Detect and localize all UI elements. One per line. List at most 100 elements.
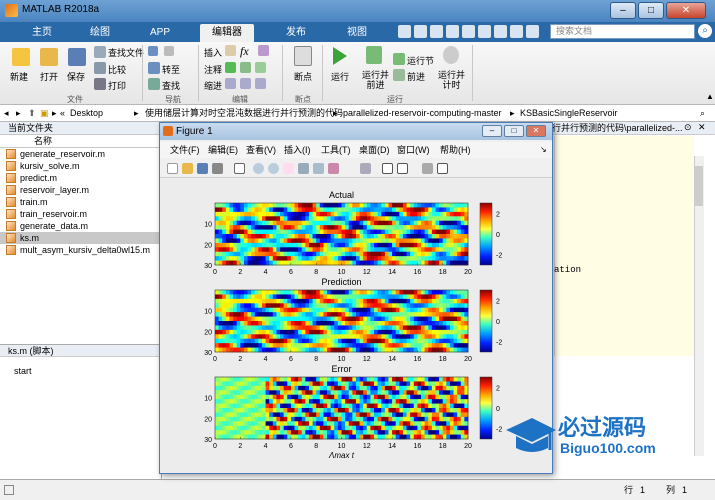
forward-icon[interactable] xyxy=(164,46,174,56)
goto-icon[interactable] xyxy=(148,62,160,74)
breadcrumb-item[interactable]: Desktop xyxy=(70,105,103,121)
code-area[interactable] xyxy=(554,136,694,356)
dropdown-quick-icon[interactable] xyxy=(526,25,539,38)
insert-button[interactable]: 插入 xyxy=(204,46,222,59)
help-quick-icon[interactable] xyxy=(510,25,523,38)
maximize-button[interactable]: □ xyxy=(638,2,664,19)
switch-windows-icon[interactable] xyxy=(494,25,507,38)
find-button[interactable]: 查找 xyxy=(162,79,180,92)
back-icon[interactable] xyxy=(148,46,158,56)
link-plot-icon[interactable] xyxy=(360,163,371,174)
print-figure-icon[interactable] xyxy=(212,163,223,174)
menu-edit[interactable]: 编辑(E) xyxy=(208,142,238,158)
save-icon[interactable] xyxy=(68,48,86,66)
open-folder-icon[interactable] xyxy=(40,48,58,66)
cut-quick-icon[interactable] xyxy=(414,25,427,38)
breadcrumb-item[interactable]: parallelized-reservoir-computing-master xyxy=(343,105,502,121)
menu-view[interactable]: 查看(V) xyxy=(246,142,276,158)
indent-button[interactable]: 缩进 xyxy=(204,79,222,92)
new-figure-icon[interactable] xyxy=(167,163,178,174)
browse-folder-icon[interactable]: ▣ xyxy=(40,105,49,121)
list-item[interactable]: predict.m xyxy=(0,172,161,184)
column-header-name[interactable]: 名称 xyxy=(0,135,161,148)
menu-help[interactable]: 帮助(H) xyxy=(440,142,471,158)
list-item[interactable]: train_reservoir.m xyxy=(0,208,161,220)
brush-icon[interactable] xyxy=(328,163,339,174)
run-button[interactable]: 运行 xyxy=(331,70,349,83)
list-item[interactable]: mult_asym_kursiv_delta0wl15.m xyxy=(0,244,161,256)
address-search-icon[interactable]: ⌕ xyxy=(700,105,705,121)
comment-icon[interactable] xyxy=(225,62,236,73)
compare-icon[interactable] xyxy=(94,62,106,74)
close-panel-icon[interactable]: ✕ xyxy=(698,122,706,133)
insert-icon[interactable] xyxy=(225,45,236,56)
menu-desktop[interactable]: 桌面(D) xyxy=(359,142,390,158)
wrap-comment-icon[interactable] xyxy=(255,62,266,73)
menu-window[interactable]: 窗口(W) xyxy=(397,142,430,158)
hide-plot-tools-icon[interactable] xyxy=(422,163,433,174)
advance-button[interactable]: 前进 xyxy=(407,70,425,83)
close-button[interactable]: ✕ xyxy=(666,2,706,19)
new-icon[interactable] xyxy=(12,48,30,66)
print-button[interactable]: 打印 xyxy=(108,79,126,92)
list-item-selected[interactable]: ks.m xyxy=(0,232,161,244)
figure-close-button[interactable]: ✕ xyxy=(526,125,546,137)
tab-apps[interactable]: APP xyxy=(138,24,182,42)
tab-home[interactable]: 主页 xyxy=(20,24,64,42)
breakpoints-button[interactable]: 断点 xyxy=(294,70,312,83)
comment-button[interactable]: 注释 xyxy=(204,63,222,76)
zoom-out-icon[interactable] xyxy=(268,163,279,174)
rotate-3d-icon[interactable] xyxy=(298,163,309,174)
compare-button[interactable]: 比较 xyxy=(108,63,126,76)
redo-quick-icon[interactable] xyxy=(478,25,491,38)
save-button[interactable]: 保存 xyxy=(67,70,85,83)
insert-colorbar-icon[interactable] xyxy=(382,163,393,174)
scrollbar-thumb[interactable] xyxy=(695,166,703,206)
tab-publish[interactable]: 发布 xyxy=(274,24,318,42)
menu-insert[interactable]: 插入(I) xyxy=(284,142,311,158)
breakpoints-icon[interactable] xyxy=(294,46,312,66)
figure-maximize-button[interactable]: □ xyxy=(504,125,524,137)
new-button[interactable]: 新建 xyxy=(10,70,28,83)
advance-icon[interactable] xyxy=(393,69,405,81)
data-cursor-icon[interactable] xyxy=(313,163,324,174)
run-time-icon[interactable] xyxy=(443,46,459,64)
decrease-indent-icon[interactable] xyxy=(255,78,266,89)
find-files-button[interactable]: 查找文件 xyxy=(108,46,144,59)
find-icon[interactable] xyxy=(148,78,160,90)
list-item[interactable]: generate_reservoir.m xyxy=(0,148,161,160)
uncomment-icon[interactable] xyxy=(240,62,251,73)
copy-quick-icon[interactable] xyxy=(430,25,443,38)
insert-legend-icon[interactable] xyxy=(397,163,408,174)
fx-button[interactable]: fx xyxy=(240,44,249,59)
pan-icon[interactable] xyxy=(283,163,294,174)
find-files-icon[interactable] xyxy=(94,46,106,58)
save-figure-icon[interactable] xyxy=(197,163,208,174)
open-file-icon[interactable] xyxy=(182,163,193,174)
list-item[interactable]: train.m xyxy=(0,196,161,208)
increase-indent-icon[interactable] xyxy=(240,78,251,89)
figure-minimize-button[interactable]: – xyxy=(482,125,502,137)
menu-file[interactable]: 文件(F) xyxy=(170,142,200,158)
figure-window[interactable]: Figure 1 – □ ✕ 文件(F) 编辑(E) 查看(V) 插入(I) 工… xyxy=(159,122,553,474)
breadcrumb-item[interactable]: KSBasicSingleReservoir xyxy=(520,105,618,121)
tab-view[interactable]: 视图 xyxy=(335,24,379,42)
minimize-button[interactable]: – xyxy=(610,2,636,19)
run-section-icon[interactable] xyxy=(393,53,405,65)
save-quick-icon[interactable] xyxy=(398,25,411,38)
tab-plots[interactable]: 绘图 xyxy=(78,24,122,42)
run-advance-icon[interactable] xyxy=(366,46,382,64)
smart-indent-icon[interactable] xyxy=(225,78,236,89)
back-nav-icon[interactable]: ◂ xyxy=(4,105,9,121)
tab-editor[interactable]: 编辑器 xyxy=(200,24,254,42)
list-item[interactable]: generate_data.m xyxy=(0,220,161,232)
undo-quick-icon[interactable] xyxy=(462,25,475,38)
run-section-button[interactable]: 运行节 xyxy=(407,54,434,67)
open-button[interactable]: 打开 xyxy=(40,70,58,83)
goto-button[interactable]: 转至 xyxy=(162,63,180,76)
insert-function-icon[interactable] xyxy=(258,45,269,56)
run-advance-button[interactable]: 运行并 前进 xyxy=(362,70,389,90)
print-icon[interactable] xyxy=(94,78,106,90)
panel-action-icon[interactable]: ⊙ xyxy=(684,122,692,133)
dock-icon[interactable]: ↘ xyxy=(540,142,547,158)
